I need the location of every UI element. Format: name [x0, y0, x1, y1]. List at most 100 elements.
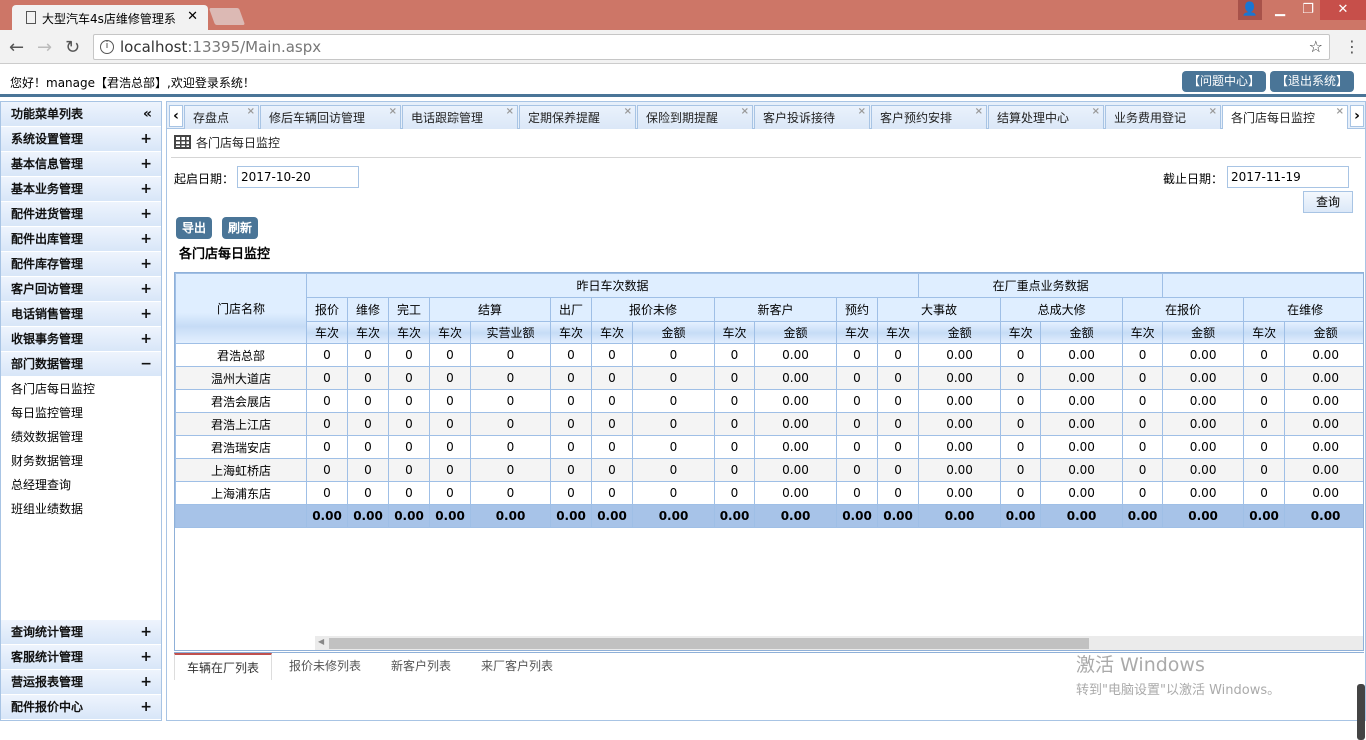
restore-button[interactable]: ❐	[1294, 0, 1322, 20]
table-row[interactable]: 君浩会展店0000000000.00000.0000.0000.0000.00	[176, 390, 1365, 413]
collapse-icon[interactable]: −	[140, 352, 152, 376]
store-name-cell: 君浩总部	[176, 344, 307, 367]
tab-3[interactable]: 电话跟踪管理×	[402, 105, 518, 129]
bottom-tab-4[interactable]: 来厂客户列表	[469, 653, 565, 680]
expand-icon[interactable]: +	[140, 202, 152, 226]
sidebar-group[interactable]: 配件报价中心+	[1, 695, 161, 720]
sidebar-group[interactable]: 查询统计管理+	[1, 620, 161, 645]
sidebar-group[interactable]: 基本信息管理+	[1, 152, 161, 177]
tab-1[interactable]: 存盘点×	[184, 105, 259, 129]
expand-icon[interactable]: +	[140, 620, 152, 644]
sidebar-group[interactable]: 电话销售管理+	[1, 302, 161, 327]
tab-close-icon[interactable]: ×	[624, 105, 632, 124]
expand-icon[interactable]: +	[140, 302, 152, 326]
back-icon[interactable]: ←	[9, 37, 24, 58]
tab-10[interactable]: 各门店每日监控×	[1222, 105, 1348, 129]
menu-icon[interactable]: ⋮	[1344, 37, 1360, 56]
expand-icon[interactable]: +	[140, 252, 152, 276]
tab-9[interactable]: 业务费用登记 ×	[1105, 105, 1221, 129]
sidebar-group[interactable]: 基本业务管理+	[1, 177, 161, 202]
sidebar-group[interactable]: 配件出库管理+	[1, 227, 161, 252]
scroll-left-icon[interactable]: ◀	[318, 637, 324, 646]
close-tab-icon[interactable]: ✕	[187, 9, 198, 24]
info-icon[interactable]: i	[100, 40, 114, 54]
expand-icon[interactable]: +	[140, 177, 152, 201]
vertical-scrollbar[interactable]	[1357, 684, 1365, 740]
tab-close-icon[interactable]: ×	[389, 105, 397, 124]
query-button[interactable]: 查询	[1303, 191, 1353, 213]
new-tab-button[interactable]	[209, 8, 245, 25]
tab-close-icon[interactable]: ×	[741, 105, 749, 124]
bookmark-star-icon[interactable]: ☆	[1309, 35, 1323, 59]
table-row[interactable]: 君浩上江店0000000000.00000.0000.0000.0000.00	[176, 413, 1365, 436]
scrollbar-thumb[interactable]	[329, 638, 1089, 649]
sidebar-group[interactable]: 客服统计管理+	[1, 645, 161, 670]
sidebar-item[interactable]: 班组业绩数据	[1, 497, 161, 521]
forward-icon[interactable]: →	[37, 37, 52, 58]
sidebar-group[interactable]: 配件进货管理+	[1, 202, 161, 227]
sidebar-group[interactable]: 配件库存管理+	[1, 252, 161, 277]
sidebar-group-label: 营运报表管理	[11, 675, 83, 689]
profile-icon[interactable]: 👤	[1238, 0, 1262, 20]
help-center-button[interactable]: 【问题中心】	[1182, 71, 1266, 92]
expand-icon[interactable]: +	[140, 645, 152, 669]
reload-icon[interactable]: ↻	[65, 37, 80, 58]
tab-7[interactable]: 客户预约安排×	[871, 105, 987, 129]
browser-tab[interactable]: 大型汽车4s店维修管理系 ✕	[12, 5, 208, 30]
sidebar-group[interactable]: 部门数据管理−	[1, 352, 161, 377]
url-input[interactable]: i localhost:13395/Main.aspx ☆	[93, 34, 1330, 60]
table-row[interactable]: 君浩瑞安店0000000000.00000.0000.0000.0000.00	[176, 436, 1365, 459]
table-row[interactable]: 上海虹桥店0000000000.00000.0000.0000.0000.00	[176, 459, 1365, 482]
expand-icon[interactable]: +	[140, 152, 152, 176]
sidebar-item[interactable]: 每日监控管理	[1, 401, 161, 425]
refresh-button[interactable]: 刷新	[222, 217, 258, 239]
sidebar-group[interactable]: 营运报表管理 +	[1, 670, 161, 695]
tab-close-icon[interactable]: ×	[1336, 105, 1344, 124]
logout-button[interactable]: 【退出系统】	[1270, 71, 1354, 92]
sidebar-item[interactable]: 财务数据管理	[1, 449, 161, 473]
end-date-input[interactable]: 2017-11-19	[1227, 166, 1349, 188]
table-row[interactable]: 君浩总部0000000000.00000.0000.0000.0000.00	[176, 344, 1365, 367]
tab-label: 业务费用登记	[1114, 111, 1186, 125]
tab-close-icon[interactable]: ×	[506, 105, 514, 124]
sidebar-group[interactable]: 收银事务管理+	[1, 327, 161, 352]
collapse-icon[interactable]: «	[143, 102, 152, 126]
value-cell: 0	[471, 390, 551, 413]
sidebar-group[interactable]: 客户回访管理+	[1, 277, 161, 302]
expand-icon[interactable]: +	[140, 127, 152, 151]
sidebar-item[interactable]: 各门店每日监控	[1, 377, 161, 401]
tab-2[interactable]: 修后车辆回访管理×	[260, 105, 401, 129]
subgroup-header: 大事故	[878, 298, 1001, 322]
table-row[interactable]: 温州大道店0000000000.00000.0000.0000.0000.00	[176, 367, 1365, 390]
start-date-input[interactable]: 2017-10-20	[237, 166, 359, 188]
expand-icon[interactable]: +	[140, 327, 152, 351]
tabs-scroll-left-icon[interactable]: ‹	[169, 105, 183, 127]
tab-close-icon[interactable]: ×	[1092, 105, 1100, 124]
bottom-tab-1[interactable]: 车辆在厂列表	[174, 653, 272, 680]
expand-icon[interactable]: +	[140, 227, 152, 251]
sidebar-group[interactable]: 系统设置管理+	[1, 127, 161, 152]
close-window-button[interactable]: ✕	[1320, 0, 1366, 20]
page-title-text: 各门店每日监控	[196, 136, 280, 150]
tab-4[interactable]: 定期保养提醒×	[519, 105, 636, 129]
export-button[interactable]: 导出	[176, 217, 212, 239]
bottom-tab-2[interactable]: 报价未修列表	[277, 653, 373, 680]
expand-icon[interactable]: +	[140, 695, 152, 719]
expand-icon[interactable]: +	[140, 670, 152, 694]
bottom-tab-3[interactable]: 新客户列表	[379, 653, 463, 680]
tab-close-icon[interactable]: ×	[1209, 105, 1217, 124]
value-cell: 0	[1123, 413, 1163, 436]
tab-close-icon[interactable]: ×	[247, 105, 255, 124]
tabs-scroll-right-icon[interactable]: ›	[1350, 105, 1364, 127]
expand-icon[interactable]: +	[140, 277, 152, 301]
minimize-button[interactable]: ▁	[1266, 0, 1294, 20]
sidebar-item[interactable]: 绩效数据管理	[1, 425, 161, 449]
tab-close-icon[interactable]: ×	[858, 105, 866, 124]
tab-6[interactable]: 客户投诉接待×	[754, 105, 870, 129]
sidebar-item[interactable]: 总经理查询	[1, 473, 161, 497]
tab-close-icon[interactable]: ×	[975, 105, 983, 124]
horizontal-scrollbar[interactable]: ◀	[315, 636, 1364, 650]
table-row[interactable]: 上海浦东店0000000000.00000.0000.0000.0000.00	[176, 482, 1365, 505]
tab-5[interactable]: 保险到期提醒×	[637, 105, 753, 129]
tab-8[interactable]: 结算处理中心×	[988, 105, 1104, 129]
